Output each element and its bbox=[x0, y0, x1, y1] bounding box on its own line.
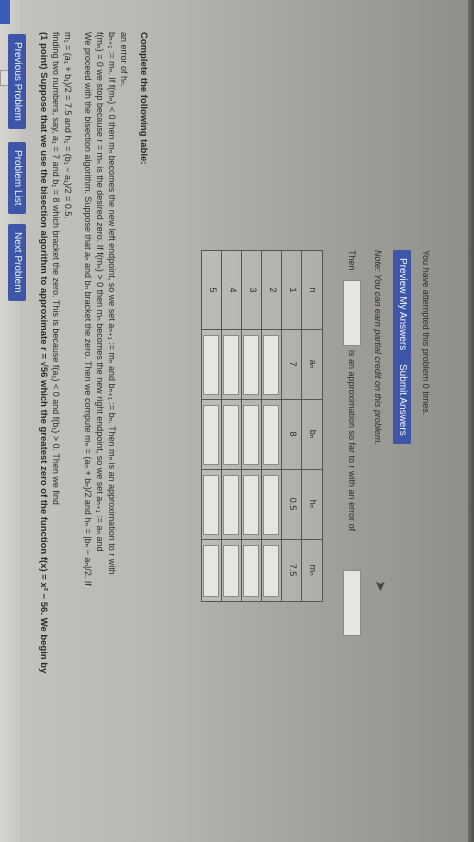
header-m: mₙ bbox=[308, 564, 318, 576]
row-4-n: 4 bbox=[228, 287, 238, 293]
previous-problem-button[interactable]: Previous Problem bbox=[8, 34, 26, 129]
input-b4[interactable] bbox=[223, 405, 239, 465]
problem-line-5: f(mₙ) = 0 we stop because r = mₙ is the … bbox=[95, 32, 105, 552]
header-b: bₙ bbox=[308, 429, 318, 439]
input-b3[interactable] bbox=[243, 405, 259, 465]
input-a4[interactable] bbox=[223, 335, 239, 395]
then-label: Then bbox=[347, 250, 357, 271]
preview-answers-button[interactable]: Preview My Answers bbox=[393, 250, 411, 359]
input-a3[interactable] bbox=[243, 335, 259, 395]
header-h: hₙ bbox=[308, 499, 318, 509]
problem-line-3: m₁ = (a₁ + b₁)/2 = 7.5 and h₁ = (b₁ − a₁… bbox=[63, 32, 73, 219]
problem-line-7: an error of hₙ. bbox=[119, 32, 129, 88]
error-input[interactable] bbox=[343, 570, 361, 636]
input-b2[interactable] bbox=[263, 405, 279, 465]
input-a2[interactable] bbox=[263, 335, 279, 395]
input-m4[interactable] bbox=[223, 545, 239, 597]
problem-line-6: bₙ₊₁ := mₙ. If f(mₙ) < 0 then mₙ becomes… bbox=[107, 32, 117, 575]
problem-list-button[interactable]: Problem List bbox=[8, 142, 26, 214]
problem-page: Previous Problem Problem List Next Probl… bbox=[0, 0, 474, 842]
next-problem-button[interactable]: Next Problem bbox=[8, 224, 26, 301]
row-1-h: 0.5 bbox=[288, 497, 298, 511]
row-5-n: 5 bbox=[208, 287, 218, 293]
input-m2[interactable] bbox=[263, 545, 279, 597]
input-m5[interactable] bbox=[203, 545, 219, 597]
approximation-input[interactable] bbox=[343, 280, 361, 346]
input-h5[interactable] bbox=[203, 475, 219, 535]
input-h3[interactable] bbox=[243, 475, 259, 535]
input-a5[interactable] bbox=[203, 335, 219, 395]
row-1-b: 8 bbox=[288, 431, 298, 437]
input-h4[interactable] bbox=[223, 475, 239, 535]
row-3-n: 3 bbox=[248, 287, 258, 293]
attempts-text: You have attempted this problem 0 times. bbox=[421, 250, 431, 416]
table-prompt: Complete the following table: bbox=[138, 32, 149, 165]
bisection-table: n aₙ bₙ hₙ mₙ 1 7 8 0.5 7.5 2 3 4 5 bbox=[201, 250, 323, 602]
partial-credit-note: Note: You can earn partial credit on thi… bbox=[373, 250, 383, 445]
problem-line-1: (1 point) Suppose that we use the bisect… bbox=[38, 32, 49, 674]
submit-answers-button[interactable]: Submit Answers bbox=[393, 356, 411, 444]
header-n: n bbox=[308, 287, 318, 293]
input-b5[interactable] bbox=[203, 405, 219, 465]
row-2-n: 2 bbox=[268, 287, 278, 293]
mouse-cursor-icon: ➤ bbox=[373, 580, 389, 592]
row-1-m: 7.5 bbox=[288, 563, 298, 577]
header-a: aₙ bbox=[308, 359, 318, 369]
input-m3[interactable] bbox=[243, 545, 259, 597]
row-1-a: 7 bbox=[288, 361, 298, 367]
problem-line-2: finding two numbers, say, a₁ = 7 and b₁ … bbox=[51, 32, 61, 505]
approximation-text: is an approximation so far to r with an … bbox=[347, 350, 357, 532]
problem-line-4: We proceed with the bisection algorithm.… bbox=[83, 32, 93, 586]
row-1-n: 1 bbox=[288, 287, 298, 293]
input-h2[interactable] bbox=[263, 475, 279, 535]
